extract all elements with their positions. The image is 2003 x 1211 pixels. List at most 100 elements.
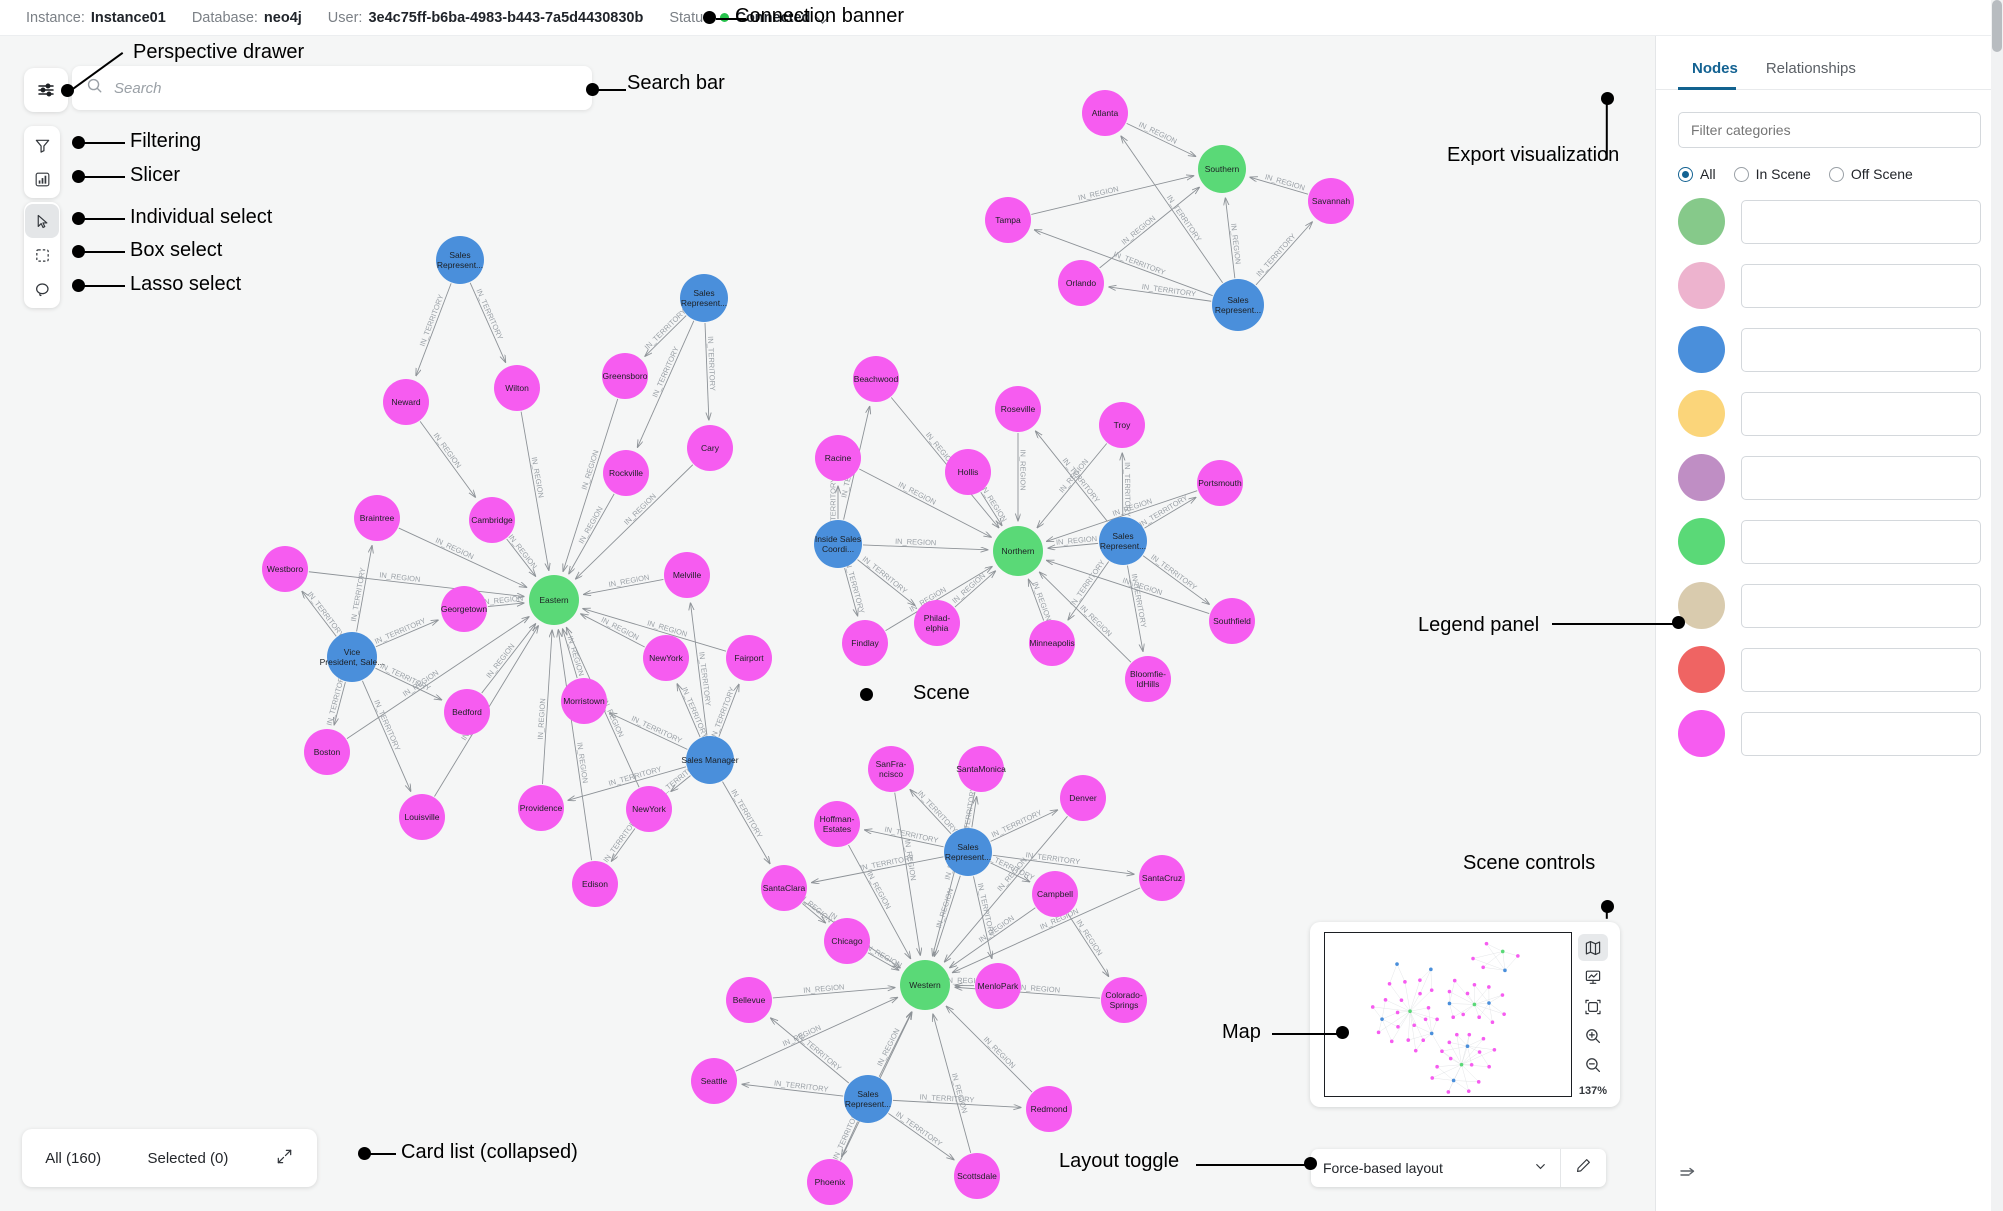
graph-node[interactable]: Louisville xyxy=(399,794,445,840)
graph-node[interactable]: Bloomfie-ldHills xyxy=(1125,656,1171,702)
graph-edge[interactable] xyxy=(1126,122,1196,156)
graph-node[interactable]: Beachwood xyxy=(853,356,899,402)
graph-edge[interactable] xyxy=(1142,555,1209,605)
graph-edge[interactable] xyxy=(973,876,991,958)
graph-node[interactable]: NewYork xyxy=(626,786,672,832)
node-circle[interactable] xyxy=(1198,145,1246,193)
legend-chip[interactable] xyxy=(1741,199,1981,244)
collapse-panel-icon[interactable] xyxy=(1678,1164,1698,1189)
scope-option-all[interactable]: All xyxy=(1678,166,1716,182)
legend-color-swatch[interactable] xyxy=(1678,326,1725,373)
graph-node[interactable]: SantaMonica xyxy=(956,746,1006,792)
search-input[interactable] xyxy=(114,79,578,97)
graph-node[interactable]: Portsmouth xyxy=(1197,460,1243,506)
graph-node[interactable]: Southfield xyxy=(1209,598,1255,644)
graph-node[interactable]: Cary xyxy=(687,425,733,471)
scope-option-off-scene[interactable]: Off Scene xyxy=(1828,166,1913,182)
graph-node[interactable]: Racine xyxy=(815,435,861,481)
node-circle[interactable] xyxy=(1139,855,1185,901)
graph-node[interactable]: Melville xyxy=(664,552,710,598)
graph-node[interactable]: Minneapolis xyxy=(1029,620,1075,666)
node-circle[interactable] xyxy=(914,600,960,646)
graph-node[interactable]: SalesRepresent... xyxy=(944,828,992,876)
page-scrollbar[interactable] xyxy=(1991,0,2003,1211)
node-circle[interactable] xyxy=(844,1075,892,1123)
graph-edge[interactable] xyxy=(1068,561,1110,621)
node-circle[interactable] xyxy=(815,435,861,481)
graph-edge[interactable] xyxy=(563,629,578,679)
radio-in-scene-icon[interactable] xyxy=(1733,166,1749,182)
graph-node[interactable]: Westboro xyxy=(262,546,308,592)
graph-edge[interactable] xyxy=(950,907,1036,968)
node-circle[interactable] xyxy=(1082,90,1128,136)
graph-edge[interactable] xyxy=(302,591,337,637)
node-circle[interactable] xyxy=(945,449,991,495)
graph-node[interactable]: Savannah xyxy=(1308,178,1354,224)
node-circle[interactable] xyxy=(1058,260,1104,306)
graph-edge[interactable] xyxy=(569,493,615,574)
graph-node[interactable]: Scottsdale xyxy=(954,1153,1000,1199)
graph-node[interactable]: Orlando xyxy=(1058,260,1104,306)
graph-node[interactable]: Wilton xyxy=(494,365,540,411)
graph-node[interactable]: Georgetown xyxy=(441,586,488,632)
scene-controls[interactable]: 137% xyxy=(1572,932,1614,1097)
node-circle[interactable] xyxy=(664,552,710,598)
graph-node[interactable]: Hoffman-Estates xyxy=(814,801,860,847)
legend-list[interactable] xyxy=(1656,198,2003,757)
graph-edge[interactable] xyxy=(934,875,961,957)
legend-row[interactable] xyxy=(1678,198,1981,245)
graph-edge[interactable] xyxy=(671,775,691,792)
graph-node[interactable]: Roseville xyxy=(995,386,1041,432)
node-circle[interactable] xyxy=(900,960,950,1010)
graph-edge[interactable] xyxy=(1250,177,1309,195)
graph-node[interactable]: Rockville xyxy=(603,450,649,496)
node-circle[interactable] xyxy=(975,963,1021,1009)
graph-node[interactable]: Findlay xyxy=(842,620,888,666)
node-circle[interactable] xyxy=(726,635,772,681)
radio-all-icon[interactable] xyxy=(1678,166,1693,182)
expand-diagonal-icon[interactable] xyxy=(275,1147,294,1170)
scrollbar-thumb[interactable] xyxy=(1992,0,2002,52)
graph-edge[interactable] xyxy=(811,856,944,883)
zoom-out-icon[interactable] xyxy=(1578,1052,1608,1079)
graph-node[interactable]: SalesRepresent... xyxy=(1099,517,1147,565)
node-circle[interactable] xyxy=(572,861,618,907)
graph-edge[interactable] xyxy=(990,862,1030,882)
graph-edge[interactable] xyxy=(718,684,739,737)
graph-node[interactable]: Denver xyxy=(1060,775,1106,821)
graph-edge[interactable] xyxy=(362,680,410,792)
node-circle[interactable] xyxy=(1197,460,1243,506)
graph-edge[interactable] xyxy=(375,667,441,700)
legend-chip[interactable] xyxy=(1741,391,1981,436)
node-circle[interactable] xyxy=(868,746,914,792)
graph-node[interactable]: Sales Manager xyxy=(681,736,739,784)
node-circle[interactable] xyxy=(643,635,689,681)
graph-node[interactable]: Tampa xyxy=(985,197,1031,243)
graph-node[interactable]: Hollis xyxy=(945,449,991,495)
graph-node[interactable]: Northern xyxy=(993,526,1043,576)
legend-row[interactable] xyxy=(1678,454,1981,501)
node-circle[interactable] xyxy=(686,736,734,784)
graph-node[interactable]: Bellevue xyxy=(726,977,772,1023)
graph-node[interactable]: VicePresident, Sale... xyxy=(320,632,385,682)
node-circle[interactable] xyxy=(995,386,1041,432)
graph-node[interactable]: Seattle xyxy=(691,1058,737,1104)
graph-edge[interactable] xyxy=(520,411,549,571)
legend-chip[interactable] xyxy=(1741,263,1981,308)
graph-edge[interactable] xyxy=(1122,453,1123,517)
node-circle[interactable] xyxy=(687,425,733,471)
legend-chip[interactable] xyxy=(1741,647,1981,692)
graph-edge[interactable] xyxy=(864,830,944,848)
graph-edge[interactable] xyxy=(946,1006,1033,1093)
node-circle[interactable] xyxy=(1060,775,1106,821)
graph-node[interactable]: Chicago xyxy=(824,918,870,964)
lasso-icon[interactable] xyxy=(25,272,59,306)
graph-edge[interactable] xyxy=(910,790,952,834)
legend-chip[interactable] xyxy=(1741,583,1981,628)
node-circle[interactable] xyxy=(1209,598,1255,644)
graph-node[interactable]: Morristown xyxy=(561,678,607,724)
graph-edge[interactable] xyxy=(888,1113,954,1159)
node-circle[interactable] xyxy=(626,786,672,832)
graph-edge[interactable] xyxy=(419,421,475,497)
graph-edge[interactable] xyxy=(398,527,527,587)
